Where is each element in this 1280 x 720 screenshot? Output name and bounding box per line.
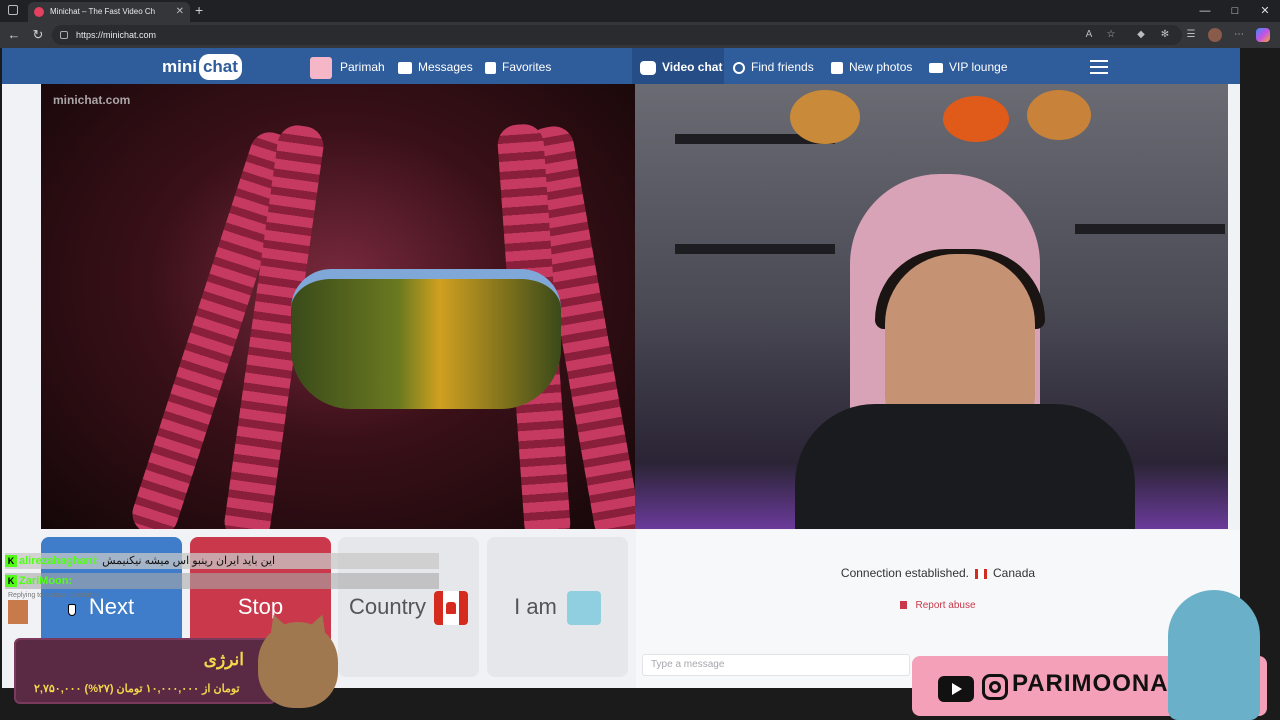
- flag-icon: [900, 601, 908, 610]
- extensions-icon[interactable]: ✻: [1158, 28, 1172, 42]
- chat-message: این باید ایران رینبو اس میشه نیکنیمش: [102, 555, 276, 567]
- nav-favorites[interactable]: Favorites: [485, 54, 551, 80]
- new-tab-icon[interactable]: +: [195, 2, 203, 18]
- favorite-star-icon[interactable]: ☆: [1104, 28, 1118, 42]
- nav-messages[interactable]: Messages: [398, 54, 473, 80]
- overlay-chat-row: K ZariMoon:: [5, 573, 439, 589]
- partner-video: [41, 84, 635, 529]
- partner-country: Canada: [993, 566, 1036, 580]
- pumpkin-decoration: [790, 90, 860, 144]
- url-text: https://minichat.com: [76, 30, 157, 40]
- address-bar-row: ← ↻ https://minichat.com A ☆ ◆ ✻ ☰ ⋯: [0, 22, 1280, 48]
- donation-goal-title: انرژی: [203, 650, 244, 669]
- crown-icon: [929, 62, 943, 73]
- nav-profile[interactable]: Parimah: [310, 54, 385, 80]
- pumpkin-decoration: [1027, 90, 1091, 140]
- minichat-logo[interactable]: mini chat: [162, 54, 242, 80]
- shield-icon[interactable]: ◆: [1134, 28, 1148, 42]
- nav-vip-lounge[interactable]: VIP lounge: [929, 54, 1008, 80]
- copilot-icon[interactable]: [1256, 28, 1270, 42]
- canada-flag-icon: [434, 591, 469, 626]
- tab-title: Minichat – The Fast Video Ch: [50, 7, 156, 16]
- youtube-icon: [938, 676, 974, 702]
- nav-new-photos[interactable]: New photos: [831, 54, 912, 80]
- streamer-body: [795, 404, 1135, 529]
- video-sunglasses: [291, 269, 561, 409]
- overlay-chat-row: Kalirezahaghani: این باید ایران رینبو اس…: [5, 553, 439, 569]
- donation-goal-banner: انرژی ۲,۷۵۰,۰۰۰ تومان از ۱۰,۰۰۰,۰۰۰ توما…: [14, 638, 276, 704]
- social-handle: PARIMOONAM: [1012, 670, 1190, 697]
- profile-avatar-icon: [310, 56, 332, 79]
- search-icon: [733, 61, 745, 74]
- reload-icon[interactable]: ↻: [28, 26, 48, 44]
- chat-avatar: [8, 600, 28, 624]
- connection-status: Connection established. Canada: [840, 566, 1036, 580]
- read-aloud-icon[interactable]: A: [1082, 28, 1096, 42]
- mouse-cursor-icon: [68, 604, 76, 616]
- photos-grid-icon: [831, 61, 843, 74]
- back-icon[interactable]: ←: [4, 26, 24, 44]
- close-tab-icon[interactable]: ✕: [176, 2, 184, 22]
- hamburger-menu-icon[interactable]: [1090, 60, 1108, 74]
- nav-video-chat[interactable]: Video chat: [640, 54, 722, 80]
- tab-list-icon[interactable]: [8, 5, 18, 15]
- favorites-bar-icon[interactable]: ☰: [1184, 28, 1198, 42]
- minichat-watermark: minichat.com: [53, 93, 131, 107]
- kick-badge-icon: K: [5, 575, 17, 588]
- user-card-icon: [566, 591, 601, 626]
- more-icon[interactable]: ⋯: [1232, 28, 1246, 42]
- pumpkin-decoration: [943, 96, 1009, 142]
- canada-flag-icon: [975, 568, 988, 579]
- maximize-icon[interactable]: □: [1220, 2, 1250, 20]
- shelf: [1075, 224, 1225, 234]
- cat-mascot: [258, 622, 338, 708]
- browser-tab[interactable]: Minichat – The Fast Video Ch ✕: [28, 2, 190, 22]
- envelope-icon: [398, 61, 412, 74]
- i-am-button[interactable]: I am: [487, 537, 628, 677]
- instagram-icon: [982, 674, 1008, 700]
- minichat-favicon: [34, 7, 44, 17]
- report-abuse-link[interactable]: Report abuse: [636, 600, 1240, 611]
- browser-tab-bar: [0, 0, 1280, 22]
- shelf: [675, 244, 835, 254]
- close-window-icon[interactable]: ✕: [1250, 2, 1280, 20]
- chat-username: ZariMoon:: [19, 575, 73, 587]
- site-info-icon[interactable]: [60, 31, 68, 39]
- minimize-icon[interactable]: —: [1190, 2, 1220, 20]
- reply-note: Replying to siaasw: pacealipe: [8, 592, 101, 599]
- donation-goal-progress: ۲,۷۵۰,۰۰۰ تومان از ۱۰,۰۰۰,۰۰۰ تومان (۲۷%…: [34, 683, 240, 695]
- kick-badge-icon: K: [5, 555, 17, 568]
- self-video: [635, 84, 1228, 529]
- chat-username: alirezahaghani:: [19, 555, 100, 567]
- cat-girl-avatar: [1168, 590, 1260, 720]
- url-bar[interactable]: https://minichat.com: [52, 25, 1182, 45]
- bookmark-icon: [485, 61, 496, 74]
- profile-icon[interactable]: [1208, 28, 1222, 42]
- video-chat-icon: [640, 60, 656, 75]
- message-input[interactable]: Type a message: [642, 654, 910, 676]
- nav-find-friends[interactable]: Find friends: [733, 54, 814, 80]
